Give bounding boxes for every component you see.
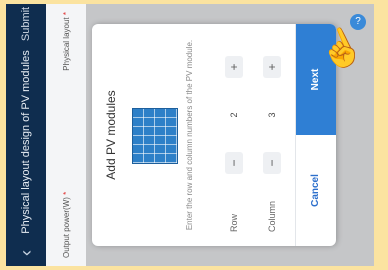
required-mark: *: [61, 191, 71, 195]
row-stepper: Row − 2 +: [220, 38, 248, 232]
app-bar: ‹ Physical layout design of PV modules S…: [6, 4, 46, 266]
dialog-description: Enter the row and column numbers of the …: [185, 39, 194, 231]
add-pv-modules-dialog: Add PV modules Enter the row and column …: [92, 24, 336, 246]
pv-panel-icon: [132, 108, 178, 164]
row-label: Row: [229, 213, 239, 232]
output-power-label: Output power(W): [61, 197, 71, 258]
chevron-left-icon[interactable]: ‹: [16, 240, 37, 266]
row-value[interactable]: 2: [229, 78, 239, 152]
row-increment-button[interactable]: +: [225, 56, 243, 78]
submit-button[interactable]: Submit: [20, 4, 32, 44]
column-decrement-button[interactable]: −: [263, 152, 281, 174]
cancel-button[interactable]: Cancel: [296, 135, 336, 246]
output-power-field[interactable]: Output power(W) *: [62, 192, 71, 258]
column-value[interactable]: 3: [267, 78, 277, 152]
required-mark: *: [61, 12, 71, 16]
physical-layout-label: Physical layout: [61, 17, 71, 71]
page-title: Physical layout design of PV modules: [19, 50, 32, 234]
column-increment-button[interactable]: +: [263, 56, 281, 78]
dialog-title: Add PV modules: [104, 90, 118, 180]
column-stepper: Column − 3 +: [258, 38, 286, 232]
physical-layout-field[interactable]: Physical layout *: [62, 12, 71, 71]
column-label: Column: [267, 200, 277, 232]
form-row: Output power(W) * Physical layout *: [46, 4, 86, 266]
row-decrement-button[interactable]: −: [225, 152, 243, 174]
